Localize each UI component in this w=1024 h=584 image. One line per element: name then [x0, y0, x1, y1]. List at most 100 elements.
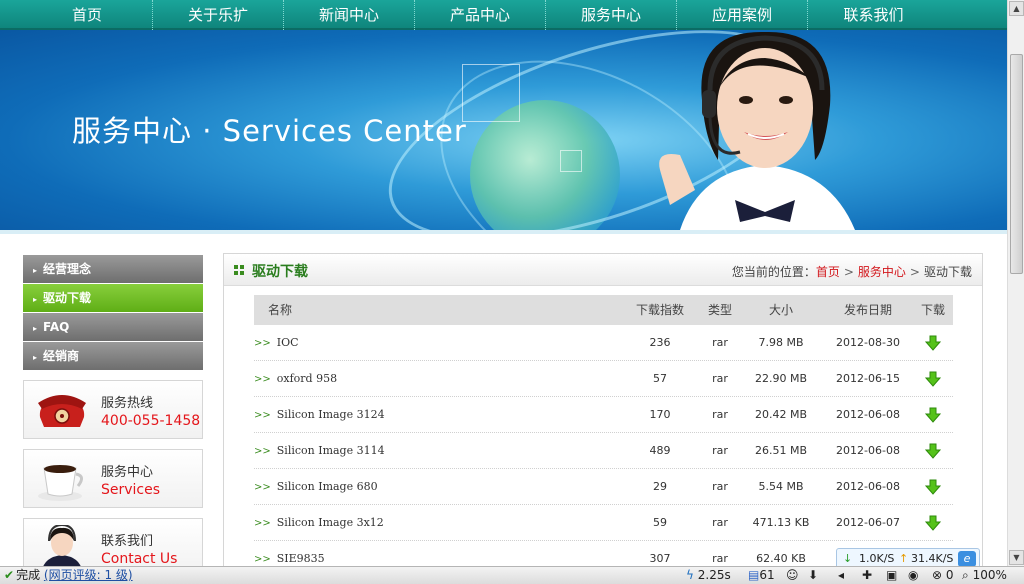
shield-icon: ⊗ — [932, 568, 943, 582]
nav-item-about[interactable]: 关于乐扩 — [153, 0, 284, 30]
driver-name-link[interactable]: >> IOC — [254, 325, 619, 360]
double-chevron-icon: >> — [254, 518, 271, 529]
scroll-up-arrow-icon[interactable]: ▲ — [1009, 1, 1024, 16]
driver-name: Silicon Image 3114 — [276, 444, 385, 457]
nav-item-products[interactable]: 产品中心 — [415, 0, 546, 30]
download-index: 236 — [649, 336, 671, 349]
download-index: 57 — [653, 372, 667, 385]
hotline-card[interactable]: 服务热线 400-055-1458 — [23, 380, 203, 439]
support-agent-icon — [42, 525, 82, 571]
contact-card-subtitle: Contact Us — [101, 551, 178, 567]
sidebar-item-label: FAQ — [43, 320, 70, 334]
sidebar-item-drivers[interactable]: ▸ 驱动下载 — [23, 284, 203, 313]
shield-count-value: 0 — [945, 568, 954, 582]
nav-item-home[interactable]: 首页 — [22, 0, 153, 30]
banner-square-graphic — [462, 64, 520, 122]
status-done: ✔ 完成 (网页评级: 1 级) — [4, 567, 133, 584]
file-size: 471.13 KB — [752, 516, 810, 529]
download-button[interactable] — [913, 505, 953, 540]
file-size: 5.54 MB — [758, 480, 804, 493]
release-date: 2012-06-08 — [836, 480, 900, 493]
panel-header: 驱动下载 您当前的位置：首页 > 服务中心 > 驱动下载 — [224, 254, 982, 286]
download-button[interactable] — [913, 469, 953, 504]
driver-name-link[interactable]: >> Silicon Image 3x12 — [254, 505, 619, 540]
column-header-type: 类型 — [707, 303, 732, 317]
banner-square-graphic — [560, 150, 582, 172]
customer-service-agent-image — [659, 31, 855, 230]
download-button[interactable] — [913, 361, 953, 396]
vertical-scrollbar[interactable]: ▲ ▼ — [1007, 0, 1024, 566]
breadcrumb-home[interactable]: 首页 — [816, 265, 840, 279]
breadcrumb-services[interactable]: 服务中心 — [858, 265, 906, 279]
download-icon[interactable]: ⬇ — [808, 567, 818, 584]
banner-divider — [0, 230, 1007, 234]
download-arrow-icon — [924, 407, 942, 423]
file-type: rar — [712, 336, 728, 349]
breadcrumb-current: 驱动下载 — [923, 265, 972, 279]
table-row: >> Silicon Image 3x12 59 rar 471.13 KB 2012-0… — [254, 505, 953, 541]
column-header-size: 大小 — [768, 303, 793, 317]
release-date: 2012-06-07 — [836, 516, 900, 529]
download-button[interactable] — [913, 397, 953, 432]
driver-name-link[interactable]: >> oxford 958 — [254, 361, 619, 396]
nav-item-news[interactable]: 新闻中心 — [284, 0, 415, 30]
sidebar-item-philosophy[interactable]: ▸ 经营理念 — [23, 255, 203, 284]
double-chevron-icon: >> — [254, 338, 271, 349]
driver-name-link[interactable]: >> Silicon Image 3114 — [254, 433, 619, 468]
driver-name-link[interactable]: >> Silicon Image 680 — [254, 469, 619, 504]
double-chevron-icon: >> — [254, 554, 271, 565]
download-button[interactable] — [913, 325, 953, 360]
download-arrow-icon — [924, 515, 942, 531]
chevron-right-icon: ▸ — [33, 266, 38, 275]
column-header-name: 名称 — [268, 303, 293, 317]
release-date: 2012-06-08 — [836, 408, 900, 421]
column-header-index: 下载指数 — [635, 303, 684, 317]
scrollbar-thumb[interactable] — [1010, 54, 1023, 274]
nav-item-cases[interactable]: 应用案例 — [677, 0, 808, 30]
driver-name: Silicon Image 3124 — [276, 408, 385, 421]
sidebar-item-faq[interactable]: ▸ FAQ — [23, 313, 203, 342]
driver-table: 名称 下载指数 类型 大小 发布日期 下载 >> IOC 236 rar 7.98 MB… — [254, 295, 953, 572]
sidebar-item-label: 驱动下载 — [43, 291, 92, 305]
browser-logo-icon[interactable]: e — [958, 551, 976, 567]
banner-title: 服务中心 · Services Center — [72, 114, 467, 148]
banner: 服务中心 · Services Center — [0, 30, 1007, 230]
driver-name-link[interactable]: >> Silicon Image 3124 — [254, 397, 619, 432]
zoom-icon: ⌕ — [962, 568, 969, 582]
scroll-down-arrow-icon[interactable]: ▼ — [1009, 550, 1024, 565]
status-bar: ✔ 完成 (网页评级: 1 级) ϟ 2.25s ▤61 ☺ ⬇ ◂ ✚ ▣ ◉ … — [0, 566, 1024, 584]
release-date: 2012-06-15 — [836, 372, 900, 385]
driver-name: oxford 958 — [276, 372, 338, 385]
chevron-right-icon: ▸ — [33, 324, 38, 333]
table-header: 名称 下载指数 类型 大小 发布日期 下载 — [254, 295, 953, 325]
grid-icon — [234, 265, 244, 275]
settings-icon[interactable]: ✚ — [862, 567, 872, 584]
table-row: >> Silicon Image 3124 170 rar 20.42 MB 2012-0… — [254, 397, 953, 433]
window-icon[interactable]: ▣ — [886, 567, 897, 584]
top-nav: 首页 关于乐扩 新闻中心 产品中心 服务中心 应用案例 联系我们 — [0, 0, 1007, 30]
file-size: 7.98 MB — [758, 336, 804, 349]
file-size: 22.90 MB — [754, 372, 808, 385]
zoom-value: 100% — [972, 568, 1007, 582]
double-chevron-icon: >> — [254, 446, 271, 457]
breadcrumb-prefix: 您当前的位置： — [731, 265, 816, 279]
request-count[interactable]: ▤61 — [748, 567, 775, 584]
shield-count[interactable]: ⊗ 0 — [932, 567, 954, 584]
chevron-right-icon: ▸ — [33, 295, 38, 304]
sidebar-item-dealers[interactable]: ▸ 经销商 — [23, 342, 203, 371]
person-icon[interactable]: ☺ — [786, 567, 799, 584]
download-index: 59 — [653, 516, 667, 529]
nav-item-services[interactable]: 服务中心 — [546, 0, 677, 30]
chevron-right-icon: > — [909, 265, 920, 279]
services-card[interactable]: 服务中心 Services — [23, 449, 203, 508]
eye-icon[interactable]: ◉ — [908, 567, 918, 584]
nav-item-contact[interactable]: 联系我们 — [808, 0, 939, 30]
download-arrow-icon — [924, 335, 942, 351]
download-button[interactable] — [913, 433, 953, 468]
zoom-level[interactable]: ⌕ 100% — [962, 567, 1007, 584]
release-date: 2012-08-30 — [836, 336, 900, 349]
speaker-icon[interactable]: ◂ — [838, 567, 844, 584]
table-row: >> IOC 236 rar 7.98 MB 2012-08-30 — [254, 325, 953, 361]
contact-card-title: 联系我们 — [101, 534, 154, 549]
page-rating-link[interactable]: (网页评级: 1 级) — [44, 568, 133, 582]
